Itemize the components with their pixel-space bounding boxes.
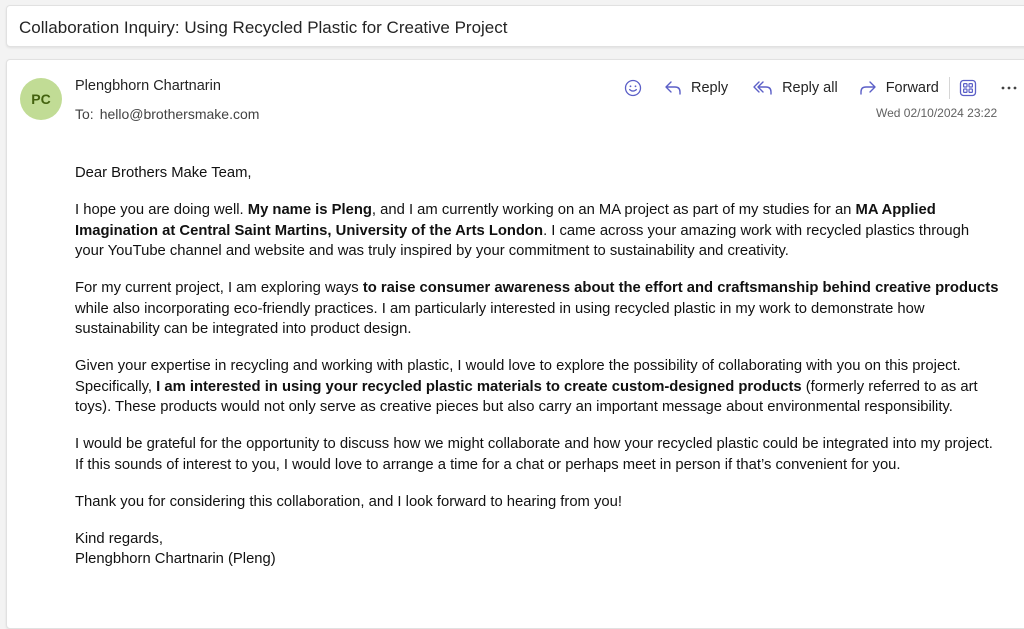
emoji-reaction-button[interactable] bbox=[623, 74, 643, 102]
greeting: Dear Brothers Make Team, bbox=[75, 165, 252, 181]
sender-name[interactable]: Plengbhorn Chartnarin bbox=[75, 78, 221, 94]
paragraph-project: For my current project, I am exploring w… bbox=[75, 280, 999, 337]
reply-label: Reply bbox=[691, 80, 729, 96]
signature: Plengbhorn Chartnarin (Pleng) bbox=[75, 551, 276, 567]
message-body: Dear Brothers Make Team, I hope you are … bbox=[75, 163, 1000, 570]
paragraph-discussion: I would be grateful for the opportunity … bbox=[75, 436, 993, 473]
reply-all-button[interactable]: Reply all bbox=[752, 74, 838, 102]
paragraph-intro: I hope you are doing well. My name is Pl… bbox=[75, 202, 970, 259]
forward-button[interactable]: Forward bbox=[858, 74, 939, 102]
more-icon bbox=[1000, 78, 1018, 98]
emoji-icon bbox=[623, 78, 643, 98]
recipient-address[interactable]: hello@brothersmake.com bbox=[100, 106, 260, 122]
reply-all-label: Reply all bbox=[782, 80, 838, 96]
reply-all-icon bbox=[752, 78, 774, 98]
paragraph-collaboration: Given your expertise in recycling and wo… bbox=[75, 358, 978, 415]
apps-button[interactable] bbox=[958, 74, 978, 102]
avatar[interactable]: PC bbox=[20, 78, 62, 120]
closing-line: Kind regards, bbox=[75, 530, 164, 547]
to-label: To: bbox=[75, 106, 94, 122]
more-actions-button[interactable] bbox=[1000, 74, 1018, 102]
closing: Kind regards, Plengbhorn Chartnarin (Ple… bbox=[75, 529, 1000, 570]
message-actions: Reply Reply all Forward bbox=[621, 74, 1018, 102]
forward-label: Forward bbox=[885, 80, 939, 96]
message-date: Wed 02/10/2024 23:22 bbox=[876, 106, 998, 120]
subject-bar: Collaboration Inquiry: Using Recycled Pl… bbox=[6, 5, 1024, 47]
message-pane: PC Plengbhorn Chartnarin To: hello@brothe… bbox=[6, 59, 1024, 629]
paragraph-thanks: Thank you for considering this collabora… bbox=[75, 493, 622, 510]
toolbar-divider bbox=[948, 77, 950, 99]
apps-icon bbox=[958, 78, 978, 98]
reply-icon bbox=[663, 78, 683, 98]
email-subject: Collaboration Inquiry: Using Recycled Pl… bbox=[19, 18, 508, 37]
reply-button[interactable]: Reply bbox=[663, 74, 728, 102]
recipient-line: To: hello@brothersmake.com bbox=[75, 106, 259, 122]
forward-icon bbox=[858, 78, 878, 98]
